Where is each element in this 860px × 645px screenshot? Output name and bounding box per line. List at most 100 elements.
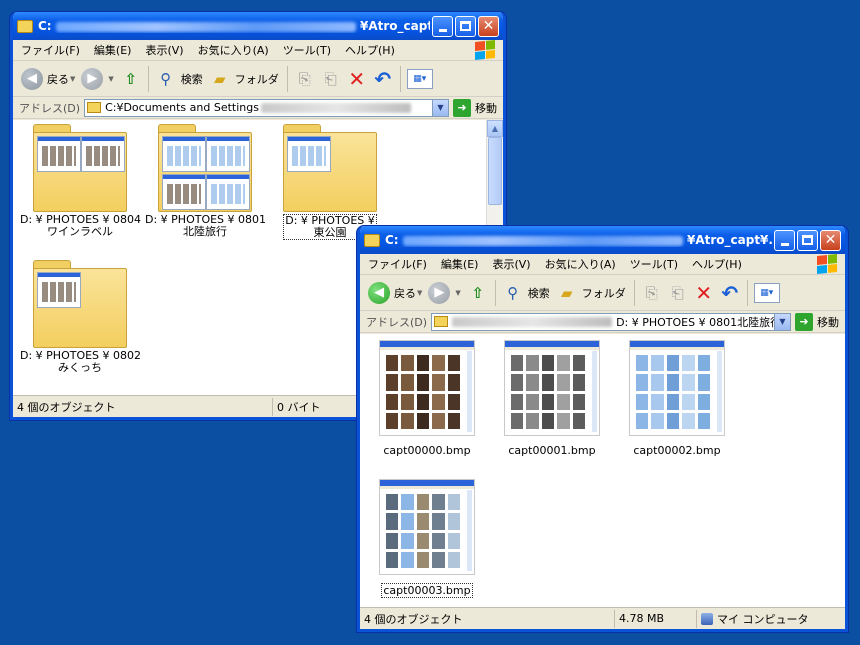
folder-item[interactable]: D: ¥ PHOTOES ¥ 0802 みくっち (20, 260, 141, 374)
window-title: C: ¥Atro_capt (38, 19, 430, 33)
thumbnail-cell (447, 532, 460, 549)
thumbnail-cell (697, 355, 710, 372)
menu-favorites[interactable]: お気に入り(A) (198, 42, 269, 58)
minimize-icon (780, 242, 789, 246)
thumbnail-cell (447, 551, 460, 568)
address-input[interactable]: C:¥Documents and Settings ▼ (84, 98, 449, 117)
thumbnail-cell (557, 355, 570, 372)
forward-button[interactable]: ▶ ▼ (428, 281, 461, 304)
maximize-button[interactable] (797, 229, 818, 251)
folders-button[interactable]: ▰ フォルダ (556, 282, 626, 304)
thumbnail-cell (416, 551, 430, 568)
search-button[interactable]: ⚲ 検索 (502, 282, 550, 304)
thumbnail-cell (651, 355, 664, 372)
title-prefix: C: (385, 233, 399, 247)
chevron-down-icon[interactable]: ▼ (774, 313, 790, 330)
undo-icon[interactable]: ↶ (719, 281, 741, 305)
folder-thumbnail-icon (33, 124, 127, 212)
forward-arrow-icon: ▶ (428, 281, 451, 304)
folder-item[interactable]: D: ¥ PHOTOES ¥ 0804 ワインラベル (20, 124, 141, 238)
thumbnail-cell (386, 532, 399, 549)
folder-label: D: ¥ PHOTOES ¥ 0801 北陸旅行 (145, 214, 266, 238)
address-bar: アドレス(D) C:¥Documents and Settings ▼ ➜ 移動 (13, 97, 503, 119)
scroll-up-icon[interactable]: ▲ (487, 120, 503, 137)
go-button[interactable]: ➜ 移動 (453, 98, 497, 117)
blurred-path (260, 102, 411, 113)
folders-button[interactable]: ▰ フォルダ (209, 68, 279, 90)
views-icon[interactable]: ▦▾ (753, 282, 780, 303)
back-button[interactable]: ◀ 戻る ▼ (368, 281, 423, 304)
folder-label-line2: 北陸旅行 (183, 225, 227, 238)
menu-edit[interactable]: 編集(E) (94, 42, 132, 58)
search-button[interactable]: ⚲ 検索 (155, 68, 203, 90)
file-list-pane[interactable]: capt00000.bmp capt00001.bmp capt00002.bm… (360, 334, 845, 607)
thumbnail-cell (416, 412, 430, 429)
close-button[interactable]: ✕ (478, 15, 499, 37)
explorer-window-hokuriku[interactable]: C: ¥Atro_capt¥... ✕ ファイル(F) 編集(E) 表示(V) … (357, 226, 848, 632)
menu-help[interactable]: ヘルプ(H) (345, 42, 395, 58)
search-label: 検索 (180, 72, 203, 86)
file-item[interactable]: capt00001.bmp (492, 340, 612, 457)
blurred-path (55, 21, 356, 32)
move-to-icon[interactable]: ⎘ (641, 282, 663, 304)
menu-help[interactable]: ヘルプ(H) (692, 256, 742, 272)
address-input[interactable]: D: ¥ PHOTOES ¥ 0801北陸旅行 ▼ (431, 312, 791, 331)
move-to-icon[interactable]: ⎘ (294, 68, 316, 90)
chevron-down-icon: ▼ (417, 288, 423, 297)
thumbnail-cell (557, 393, 570, 410)
folder-icon (434, 316, 449, 327)
file-item[interactable]: capt00003.bmp (367, 479, 487, 598)
minimize-button[interactable] (774, 229, 795, 251)
menu-view[interactable]: 表示(V) (145, 42, 183, 58)
thumbnail-cell (416, 494, 430, 511)
title-bar[interactable]: C: ¥Atro_capt¥... ✕ (360, 226, 845, 254)
close-button[interactable]: ✕ (820, 229, 841, 251)
image-thumbnail (504, 340, 600, 436)
folders-label: フォルダ (234, 72, 279, 86)
menu-favorites[interactable]: お気に入り(A) (545, 256, 616, 272)
menu-file[interactable]: ファイル(F) (21, 42, 80, 58)
file-item[interactable]: capt00000.bmp (367, 340, 487, 457)
windows-logo-icon (475, 39, 495, 61)
folder-item[interactable]: D: ¥ PHOTOES ¥ 0801 北陸旅行 (145, 124, 266, 238)
address-value: C:¥Documents and Settings (105, 101, 259, 114)
folders-icon: ▰ (561, 283, 573, 302)
copy-to-icon[interactable]: ⎗ (667, 282, 689, 304)
title-bar[interactable]: C: ¥Atro_capt ✕ (13, 12, 503, 40)
minimize-icon (438, 28, 447, 32)
folder-label-line2: みくっち (58, 361, 102, 374)
menu-tools[interactable]: ツール(T) (283, 42, 331, 58)
minimize-button[interactable] (432, 15, 453, 37)
menu-tools[interactable]: ツール(T) (630, 256, 678, 272)
copy-to-icon[interactable]: ⎗ (320, 68, 342, 90)
back-button[interactable]: ◀ 戻る ▼ (21, 67, 75, 90)
forward-button[interactable]: ▶ ▼ (81, 67, 114, 90)
close-icon: ✕ (482, 18, 495, 34)
maximize-button[interactable] (455, 15, 476, 37)
toolbar-separator (399, 65, 401, 92)
scrollbar-thumb[interactable] (488, 137, 502, 205)
maximize-icon (802, 235, 813, 245)
file-label: capt00001.bmp (508, 444, 596, 457)
go-button[interactable]: ➜ 移動 (795, 312, 839, 331)
up-folder-icon[interactable]: ⇧ (120, 68, 142, 90)
chevron-down-icon: ▼ (455, 288, 461, 297)
delete-icon[interactable]: ✕ (346, 67, 368, 91)
toolbar: ◀ 戻る ▼ ▶ ▼ ⇧ ⚲ 検索 ▰ フォルダ ⎘ ⎗ ✕ ↶ ▦▾ (360, 275, 845, 311)
delete-icon[interactable]: ✕ (693, 281, 715, 305)
up-folder-icon[interactable]: ⇧ (467, 282, 489, 304)
status-bar: 4 個のオブジェクト 4.78 MB マイ コンピュータ (360, 607, 845, 629)
folder-item[interactable]: D: ¥ PHOTOES ¥ 東公園 (270, 124, 390, 240)
chevron-down-icon[interactable]: ▼ (432, 99, 448, 116)
thumbnail-cell (636, 374, 649, 391)
menu-edit[interactable]: 編集(E) (441, 256, 479, 272)
file-item[interactable]: capt00002.bmp (617, 340, 737, 457)
status-object-count: 4 個のオブジェクト (13, 397, 273, 416)
file-label: capt00002.bmp (633, 444, 721, 457)
windows-logo-icon (817, 253, 837, 275)
undo-icon[interactable]: ↶ (372, 67, 394, 91)
thumbnail-cell (447, 494, 460, 511)
menu-file[interactable]: ファイル(F) (368, 256, 427, 272)
menu-view[interactable]: 表示(V) (492, 256, 530, 272)
views-icon[interactable]: ▦▾ (406, 68, 433, 89)
